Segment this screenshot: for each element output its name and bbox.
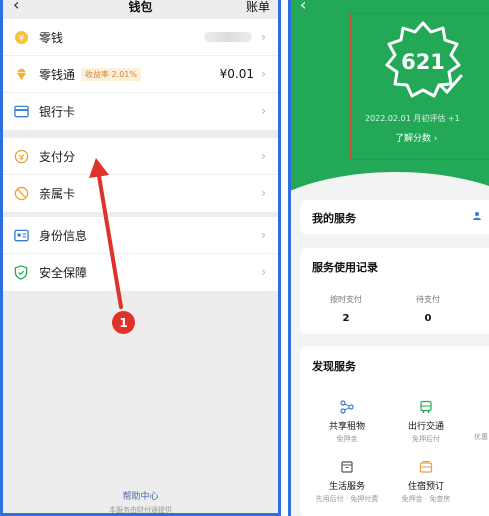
discover-item-share[interactable]: 共享租物 免押金 [312, 400, 382, 444]
usage-record-title: 服务使用记录 [312, 261, 378, 274]
my-services-card[interactable]: 我的服务 [300, 200, 489, 234]
learn-score-link[interactable]: 了解分数 › [395, 131, 437, 144]
discover-name: 共享租物 [328, 422, 365, 432]
discover-partial-label: 优惠 [474, 433, 488, 441]
usage-record-card[interactable]: 服务使用记录 按时支付 2 待支付 0 [300, 248, 489, 334]
annotation-marker: 1 [112, 311, 135, 334]
discover-name: 住宿预订 [407, 482, 444, 492]
discover-card: 发现服务 共享租物 免押金 出行交通 免押后付 优惠 生活服务 先用后付 · 免… [300, 346, 489, 516]
stat-label: 按时支付 [330, 295, 362, 304]
score-hero: ‹ 621 2022.02.01 月初评估 +1 了解分数 › [291, 0, 489, 190]
discover-item-life[interactable]: 生活服务 先用后付 · 免押付费 [312, 460, 382, 504]
discover-sub: 免押金 · 免查房 [401, 495, 451, 503]
user-icon [472, 211, 482, 224]
share-icon [340, 400, 354, 414]
annotation-arrow [89, 158, 123, 309]
payscore-panel: ‹ 621 2022.02.01 月初评估 +1 了解分数 › 我的服务 服务使… [288, 0, 489, 516]
stat-pending[interactable]: 待支付 0 [393, 294, 463, 324]
score-value: 621 [401, 50, 445, 74]
wallet-panel: ‹ 钱包 账单 ¥ 零钱 › 零钱通 收益率 2.01% ¥0.01 › 银行卡 [0, 0, 281, 516]
stat-value: 0 [424, 313, 432, 324]
score-badge: 621 [379, 20, 471, 106]
hotel-icon [419, 460, 433, 474]
discover-name: 出行交通 [407, 422, 444, 432]
discover-name: 生活服务 [328, 482, 365, 492]
stat-ontime[interactable]: 按时支付 2 [311, 294, 381, 324]
evaluation-date: 2022.02.01 月初评估 +1 [365, 114, 460, 123]
bus-icon [419, 400, 433, 414]
discover-item-hotel[interactable]: 住宿预订 免押金 · 免查房 [391, 460, 461, 504]
stat-label: 待支付 [416, 295, 440, 304]
my-services-title: 我的服务 [312, 212, 356, 225]
back-icon[interactable]: ‹ [300, 0, 306, 14]
stat-value: 2 [342, 313, 350, 324]
discover-item-transport[interactable]: 出行交通 免押后付 [391, 400, 461, 444]
discover-sub: 先用后付 · 免押付费 [315, 495, 379, 503]
box-icon [340, 460, 354, 474]
discover-sub: 免押后付 [412, 435, 440, 443]
discover-title: 发现服务 [312, 360, 356, 373]
discover-sub: 免押金 [336, 435, 358, 443]
